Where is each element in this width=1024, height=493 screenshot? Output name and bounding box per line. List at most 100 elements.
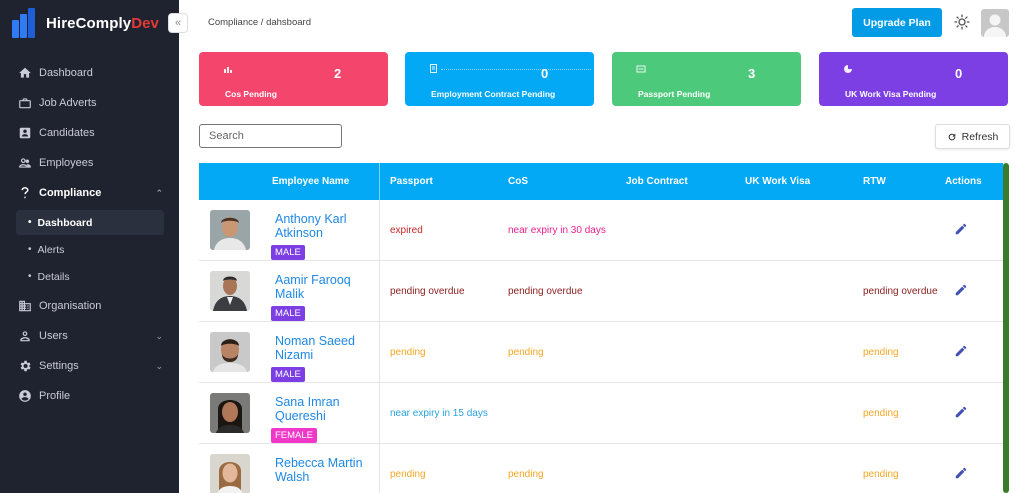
sidebar-item-label: Dashboard <box>39 67 93 79</box>
column-header-actions: Actions <box>945 176 982 187</box>
avatar-silhouette-icon <box>984 14 1006 37</box>
table-row: Noman Saeed Nizami MALE pending pending … <box>199 322 1003 383</box>
sidebar-subitem-dashboard[interactable]: • Dashboard <box>16 210 164 235</box>
refresh-icon <box>948 133 955 140</box>
table-scrollbar[interactable] <box>1003 163 1009 493</box>
sidebar-item-compliance[interactable]: Compliance ⌃ <box>0 178 179 208</box>
gender-badge: MALE <box>271 245 305 260</box>
table-row: Rebecca Martin Walsh pending pending pen… <box>199 444 1003 493</box>
chevron-up-icon: ⌃ <box>155 187 163 198</box>
employee-name-link[interactable]: Noman Saeed Nizami <box>275 334 375 362</box>
passport-icon <box>636 65 646 73</box>
sidebar-item-employees[interactable]: Employees <box>0 148 179 178</box>
column-header-uk-work-visa[interactable]: UK Work Visa <box>745 176 810 187</box>
passport-status: pending overdue <box>390 286 465 297</box>
edit-pencil-icon[interactable] <box>954 405 968 419</box>
candidate-icon <box>18 126 32 140</box>
sidebar-subitem-label: Alerts <box>37 243 65 256</box>
rtw-status: pending <box>863 469 899 480</box>
document-icon <box>430 64 437 73</box>
search-input[interactable] <box>199 124 342 148</box>
sidebar-item-label: Compliance <box>39 187 102 199</box>
employee-name-link[interactable]: Anthony Karl Atkinson <box>275 212 375 240</box>
column-header-job-contract[interactable]: Job Contract <box>626 176 688 187</box>
refresh-button[interactable]: Refresh <box>935 124 1010 149</box>
edit-pencil-icon[interactable] <box>954 344 968 358</box>
employee-photo <box>210 210 250 250</box>
employee-name-link[interactable]: Sana Imran Quereshi <box>275 395 375 423</box>
sidebar-subitem-details[interactable]: • Details <box>16 264 164 289</box>
table-row: Aamir Farooq Malik MALE pending overdue … <box>199 261 1003 322</box>
sidebar-subitem-alerts[interactable]: • Alerts <box>16 237 164 262</box>
chevron-down-icon: ⌄ <box>155 360 163 371</box>
sidebar-item-profile[interactable]: Profile <box>0 381 179 411</box>
card-value: 0 <box>541 66 549 81</box>
card-value: 2 <box>334 66 342 81</box>
sidebar-item-label: Users <box>39 330 68 342</box>
card-label: Employment Contract Pending <box>431 89 556 99</box>
sidebar: HireComplyDev Dashboard Job Adverts Cand… <box>0 0 179 493</box>
rtw-status: pending overdue <box>863 286 938 297</box>
cos-status: pending <box>508 347 544 358</box>
uk-work-visa-pending-card[interactable]: 0 UK Work Visa Pending <box>819 52 1008 106</box>
edit-pencil-icon[interactable] <box>954 466 968 480</box>
bar-chart-icon <box>224 67 232 73</box>
employee-compliance-table: Employee Name Passport CoS Job Contract … <box>199 163 1009 493</box>
profile-icon <box>18 389 32 403</box>
collapse-sidebar-button[interactable]: « <box>168 13 188 33</box>
employee-photo <box>210 332 250 372</box>
sidebar-subitem-label: Dashboard <box>37 216 93 229</box>
breadcrumb: Compliance / dahsboard <box>208 17 311 28</box>
brand[interactable]: HireComplyDev <box>12 7 159 39</box>
employee-photo <box>210 271 250 311</box>
people-icon <box>18 156 32 170</box>
card-label: Passport Pending <box>638 89 711 99</box>
home-icon <box>18 66 32 80</box>
card-value: 0 <box>955 66 963 81</box>
cos-pending-card[interactable]: 2 Cos Pending <box>199 52 388 106</box>
cos-status: pending <box>508 469 544 480</box>
column-header-cos[interactable]: CoS <box>508 176 528 187</box>
column-divider <box>379 163 380 200</box>
column-header-employee-name[interactable]: Employee Name <box>272 176 349 187</box>
sidebar-item-settings[interactable]: Settings ⌄ <box>0 351 179 381</box>
chevron-down-icon: ⌄ <box>155 330 163 341</box>
employee-name-link[interactable]: Rebecca Martin Walsh <box>275 456 375 484</box>
sidebar-item-label: Profile <box>39 390 71 402</box>
column-header-passport[interactable]: Passport <box>390 176 433 187</box>
gear-icon <box>18 359 32 373</box>
card-label: Cos Pending <box>225 89 277 99</box>
refresh-label: Refresh <box>961 130 999 143</box>
employee-photo <box>210 393 250 433</box>
sidebar-item-dashboard[interactable]: Dashboard <box>0 58 179 88</box>
table-header: Employee Name Passport CoS Job Contract … <box>199 163 1003 200</box>
passport-pending-card[interactable]: 3 Passport Pending <box>612 52 801 106</box>
card-decoration <box>441 69 591 70</box>
edit-pencil-icon[interactable] <box>954 222 968 236</box>
double-chevron-left-icon: « <box>174 17 182 29</box>
rtw-status: pending <box>863 347 899 358</box>
user-avatar[interactable] <box>981 9 1009 37</box>
sidebar-item-label: Organisation <box>39 300 102 312</box>
sidebar-item-users[interactable]: Users ⌄ <box>0 321 179 351</box>
passport-status: pending <box>390 469 426 480</box>
edit-pencil-icon[interactable] <box>954 283 968 297</box>
gender-badge: MALE <box>271 306 305 321</box>
cos-status: near expiry in 30 days <box>508 225 606 236</box>
sidebar-item-job-adverts[interactable]: Job Adverts <box>0 88 179 118</box>
sun-icon[interactable] <box>954 14 970 30</box>
cos-status: pending overdue <box>508 286 583 297</box>
user-icon <box>18 329 32 343</box>
sidebar-item-label: Employees <box>39 157 94 169</box>
upgrade-plan-button[interactable]: Upgrade Plan <box>852 8 942 37</box>
bullet-icon: • <box>28 271 32 282</box>
building-icon <box>18 299 32 313</box>
employment-contract-pending-card[interactable]: 0 Employment Contract Pending <box>405 52 594 106</box>
sidebar-item-label: Settings <box>39 360 79 372</box>
column-header-rtw[interactable]: RTW <box>863 176 886 187</box>
rtw-status: pending <box>863 408 899 419</box>
sidebar-item-candidates[interactable]: Candidates <box>0 118 179 148</box>
sidebar-item-organisation[interactable]: Organisation <box>0 291 179 321</box>
employee-name-link[interactable]: Aamir Farooq Malik <box>275 273 375 301</box>
sidebar-item-label: Candidates <box>39 127 95 139</box>
